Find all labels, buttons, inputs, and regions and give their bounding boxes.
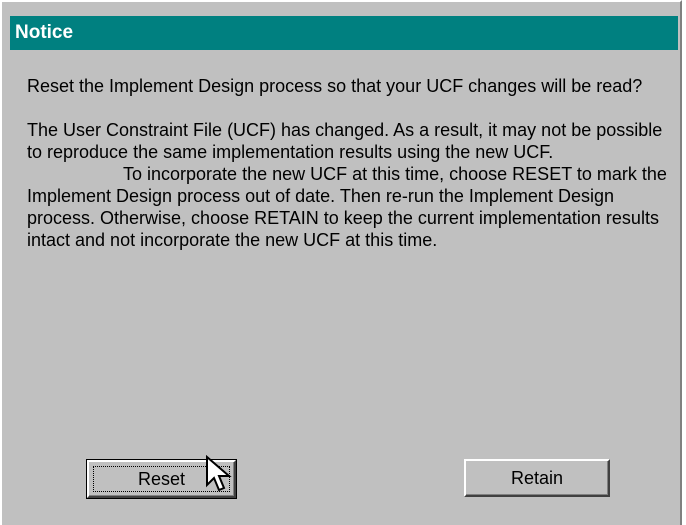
- reset-button-label: Reset: [137, 469, 186, 489]
- reset-question-text: Reset the Implement Design process so th…: [27, 76, 643, 96]
- dialog-title-bar[interactable]: Notice: [10, 16, 678, 50]
- dialog-title: Notice: [15, 22, 74, 43]
- notice-dialog: Notice Reset the Implement Design proces…: [0, 0, 682, 525]
- ucf-changed-text: The User Constraint File (UCF) has chang…: [27, 119, 667, 251]
- dialog-message: Reset the Implement Design process so th…: [27, 75, 682, 251]
- arrow-pointer-icon: [206, 455, 232, 492]
- retain-button-label: Retain: [510, 468, 564, 488]
- ucf-changed-line1: The User Constraint File (UCF) has chang…: [27, 120, 663, 162]
- retain-button[interactable]: Retain: [464, 459, 610, 497]
- ucf-instructions-text: To incorporate the new UCF at this time,…: [27, 164, 667, 250]
